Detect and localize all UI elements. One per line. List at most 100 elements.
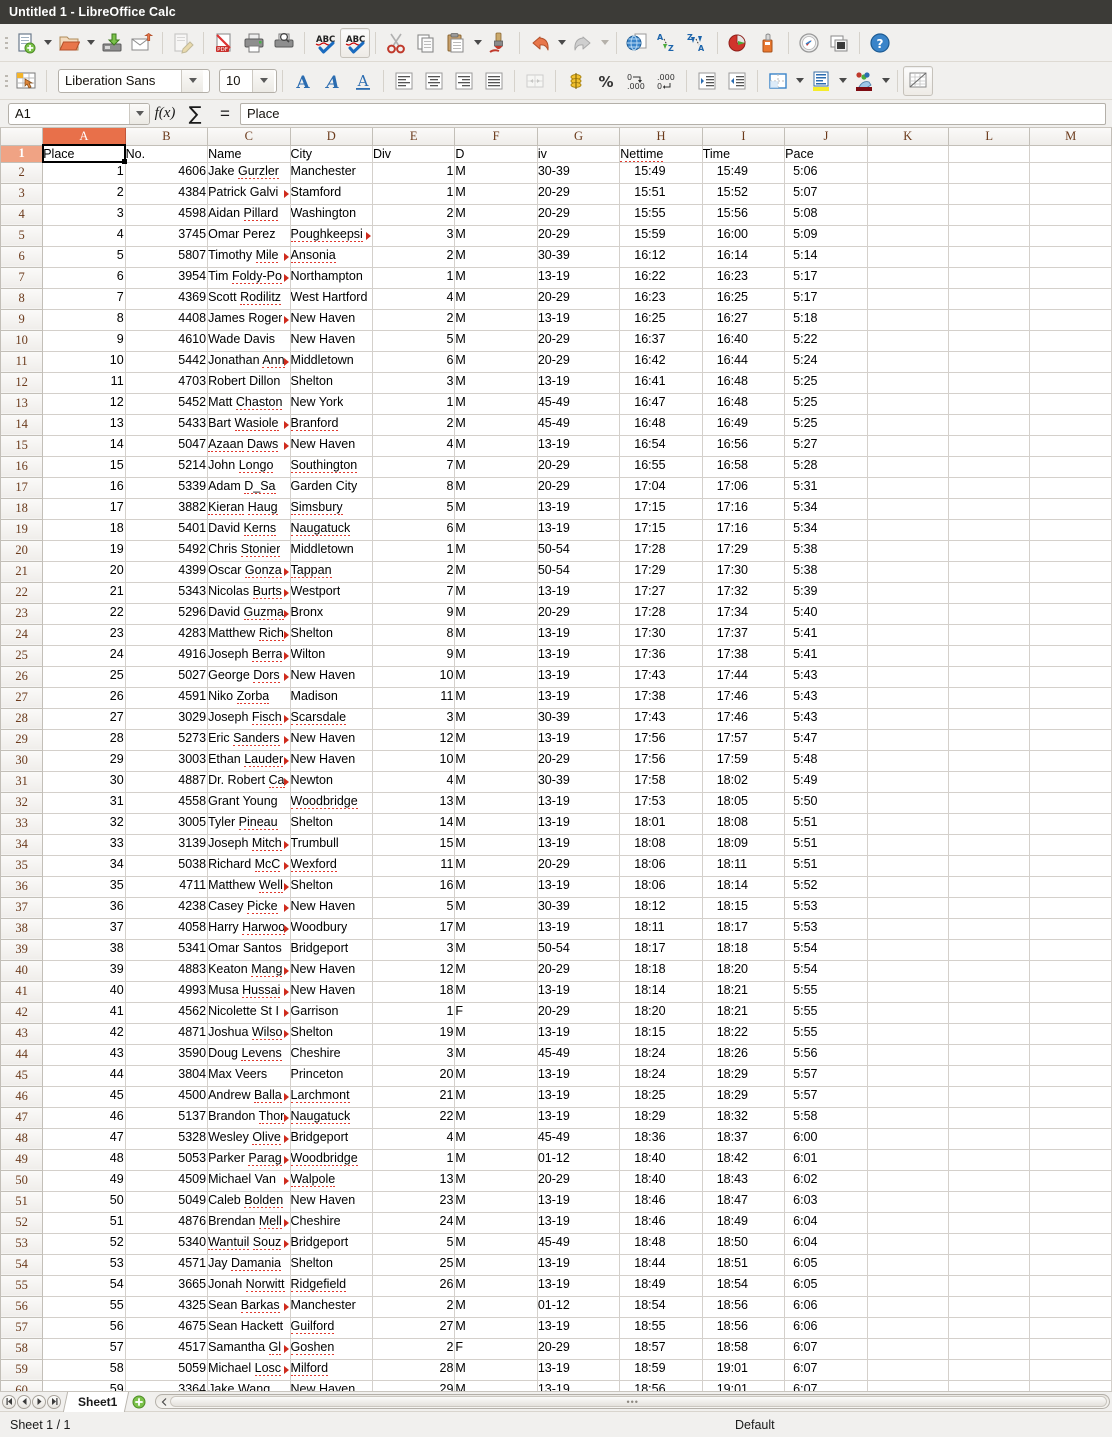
cell-J10[interactable]: 5:22 bbox=[784, 330, 868, 352]
cell-B14[interactable]: 5433 bbox=[125, 414, 209, 436]
cell-E16[interactable]: 7 bbox=[372, 456, 456, 478]
cell-M44[interactable] bbox=[1029, 1044, 1112, 1066]
name-box-value[interactable]: A1 bbox=[9, 104, 129, 124]
row-header-39[interactable]: 39 bbox=[0, 939, 44, 961]
cell-D50[interactable]: Walpole bbox=[290, 1170, 373, 1192]
table-row[interactable]: 16 15 5214 John Longo Southington 7 M 20-29 16:5… bbox=[0, 456, 1112, 478]
cell-C54[interactable]: Jay Damania bbox=[207, 1254, 291, 1276]
cell-C22[interactable]: Nicolas Burts bbox=[207, 582, 291, 604]
cell-L6[interactable] bbox=[948, 246, 1031, 268]
cell-B55[interactable]: 3665 bbox=[125, 1275, 209, 1297]
cell-A29[interactable]: 28 bbox=[42, 729, 126, 751]
cell-D51[interactable]: New Haven bbox=[290, 1191, 373, 1213]
cell-M52[interactable] bbox=[1029, 1212, 1112, 1234]
next-sheet-icon[interactable] bbox=[32, 1394, 46, 1409]
cell-K49[interactable] bbox=[867, 1149, 950, 1171]
cell-E7[interactable]: 1 bbox=[372, 267, 456, 289]
row-header-4[interactable]: 4 bbox=[0, 204, 44, 226]
cell-I3[interactable]: 15:52 bbox=[702, 183, 786, 205]
horizontal-scrollbar[interactable]: ••• bbox=[155, 1394, 1110, 1409]
cell-B2[interactable]: 4606 bbox=[125, 162, 209, 184]
cell-C8[interactable]: Scott Rodilitz bbox=[207, 288, 291, 310]
cell-A3[interactable]: 2 bbox=[42, 183, 126, 205]
cell-B43[interactable]: 4871 bbox=[125, 1023, 209, 1045]
cell-D40[interactable]: New Haven bbox=[290, 960, 373, 982]
cell-E40[interactable]: 12 bbox=[372, 960, 456, 982]
cell-I54[interactable]: 18:51 bbox=[702, 1254, 786, 1276]
row-header-5[interactable]: 5 bbox=[0, 225, 44, 247]
cell-M12[interactable] bbox=[1029, 372, 1112, 394]
cell-F12[interactable]: M bbox=[454, 372, 538, 394]
cell-A6[interactable]: 5 bbox=[42, 246, 126, 268]
cell-K18[interactable] bbox=[867, 498, 950, 520]
cell-E29[interactable]: 12 bbox=[372, 729, 456, 751]
cell-L49[interactable] bbox=[948, 1149, 1031, 1171]
cell-F40[interactable]: M bbox=[454, 960, 538, 982]
cell-F29[interactable]: M bbox=[454, 729, 538, 751]
cell-G59[interactable]: 13-19 bbox=[537, 1359, 621, 1381]
row-header-56[interactable]: 56 bbox=[0, 1296, 44, 1318]
cell-H44[interactable]: 18:24 bbox=[619, 1044, 703, 1066]
cell-C36[interactable]: Matthew Well bbox=[207, 876, 291, 898]
table-row[interactable]: 41 40 4993 Musa Hussai New Haven 18 M 13-19 18:1… bbox=[0, 981, 1112, 1003]
function-wizard-icon[interactable]: f(x) bbox=[150, 102, 180, 126]
cell-M22[interactable] bbox=[1029, 582, 1112, 604]
cell-E52[interactable]: 24 bbox=[372, 1212, 456, 1234]
cell-I25[interactable]: 17:38 bbox=[702, 645, 786, 667]
cell-A43[interactable]: 42 bbox=[42, 1023, 126, 1045]
row-header-8[interactable]: 8 bbox=[0, 288, 44, 310]
cell-I27[interactable]: 17:46 bbox=[702, 687, 786, 709]
cell-C46[interactable]: Andrew Balla bbox=[207, 1086, 291, 1108]
cell-L31[interactable] bbox=[948, 771, 1031, 793]
cell-H41[interactable]: 18:14 bbox=[619, 981, 703, 1003]
cell-F17[interactable]: M bbox=[454, 477, 538, 499]
table-row[interactable]: 15 14 5047 Azaan Daws New Haven 4 M 13-19 16:54 1… bbox=[0, 435, 1112, 457]
cell-C29[interactable]: Eric Sanders bbox=[207, 729, 291, 751]
cell-I11[interactable]: 16:44 bbox=[702, 351, 786, 373]
cell-J33[interactable]: 5:51 bbox=[784, 813, 868, 835]
sheet-tab-sheet1[interactable]: Sheet1 bbox=[62, 1391, 130, 1412]
cell-M36[interactable] bbox=[1029, 876, 1112, 898]
cell-F48[interactable]: M bbox=[454, 1128, 538, 1150]
cell-L38[interactable] bbox=[948, 918, 1031, 940]
cell-K5[interactable] bbox=[867, 225, 950, 247]
cell-D28[interactable]: Scarsdale bbox=[290, 708, 373, 730]
font-size-value[interactable]: 10 bbox=[220, 70, 252, 92]
row-header-9[interactable]: 9 bbox=[0, 309, 44, 331]
cell-K29[interactable] bbox=[867, 729, 950, 751]
align-left-icon[interactable] bbox=[389, 66, 419, 96]
paste-dropdown-icon[interactable] bbox=[471, 29, 484, 57]
cell-I50[interactable]: 18:43 bbox=[702, 1170, 786, 1192]
cell-I2[interactable]: 15:49 bbox=[702, 162, 786, 184]
cell-D59[interactable]: Milford bbox=[290, 1359, 373, 1381]
cell-D7[interactable]: Northampton bbox=[290, 267, 373, 289]
cell-J59[interactable]: 6:07 bbox=[784, 1359, 868, 1381]
cell-L56[interactable] bbox=[948, 1296, 1031, 1318]
cell-B45[interactable]: 3804 bbox=[125, 1065, 209, 1087]
cell-H13[interactable]: 16:47 bbox=[619, 393, 703, 415]
cell-G56[interactable]: 01-12 bbox=[537, 1296, 621, 1318]
cell-K60[interactable] bbox=[867, 1380, 950, 1391]
cell-F59[interactable]: M bbox=[454, 1359, 538, 1381]
table-row[interactable]: 54 53 4571 Jay Damania Shelton 25 M 13-19 18:44 1… bbox=[0, 1254, 1112, 1276]
cell-G38[interactable]: 13-19 bbox=[537, 918, 621, 940]
cell-H58[interactable]: 18:57 bbox=[619, 1338, 703, 1360]
cell-H46[interactable]: 18:25 bbox=[619, 1086, 703, 1108]
cell-A48[interactable]: 47 bbox=[42, 1128, 126, 1150]
cell-G34[interactable]: 13-19 bbox=[537, 834, 621, 856]
row-header-22[interactable]: 22 bbox=[0, 582, 44, 604]
table-row[interactable]: 6 5 5807 Timothy Mile Ansonia 2 M 30-39 16:12 16:… bbox=[0, 246, 1112, 268]
cell-K54[interactable] bbox=[867, 1254, 950, 1276]
cell-H16[interactable]: 16:55 bbox=[619, 456, 703, 478]
cell-H1[interactable]: Nettime bbox=[619, 145, 703, 163]
cell-M15[interactable] bbox=[1029, 435, 1112, 457]
cell-H20[interactable]: 17:28 bbox=[619, 540, 703, 562]
cell-D37[interactable]: New Haven bbox=[290, 897, 373, 919]
row-header-13[interactable]: 13 bbox=[0, 393, 44, 415]
cell-I16[interactable]: 16:58 bbox=[702, 456, 786, 478]
cell-H60[interactable]: 18:56 bbox=[619, 1380, 703, 1391]
table-row[interactable]: 40 39 4883 Keaton Mang New Haven 12 M 20-29 18:1… bbox=[0, 960, 1112, 982]
cell-K1[interactable] bbox=[867, 145, 950, 163]
cell-C10[interactable]: Wade Davis bbox=[207, 330, 291, 352]
cell-A36[interactable]: 35 bbox=[42, 876, 126, 898]
